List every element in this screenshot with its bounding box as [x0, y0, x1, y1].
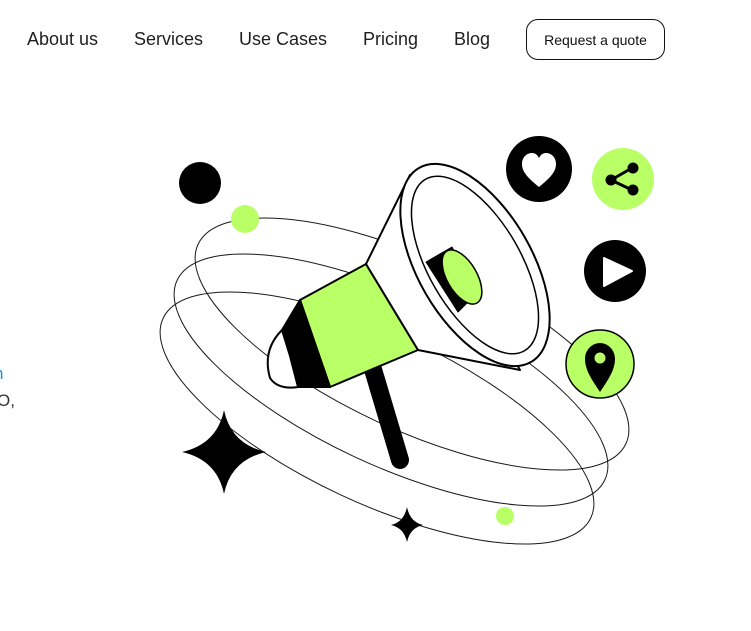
heart-icon	[506, 136, 572, 202]
share-icon	[592, 148, 654, 210]
hero-illustration	[159, 136, 654, 545]
megaphone-handle	[363, 357, 409, 469]
black-dot	[179, 162, 221, 204]
sparkle-large-icon	[182, 410, 266, 494]
sparkle-small-icon	[391, 507, 423, 542]
green-dot-small	[496, 507, 514, 525]
green-dot-large	[231, 205, 259, 233]
location-pin-icon	[565, 329, 635, 399]
play-icon	[584, 240, 646, 302]
